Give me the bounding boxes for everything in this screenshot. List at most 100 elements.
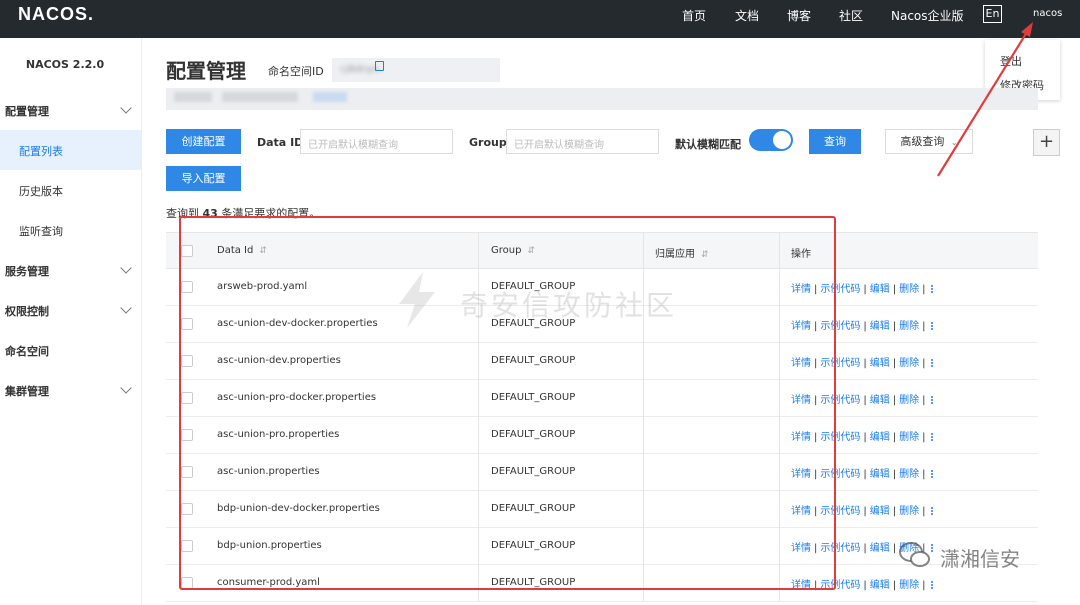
- data-id-placeholder: 已开启默认模糊查询: [308, 140, 398, 151]
- action-separator: |: [863, 321, 867, 332]
- sidebar-item-config-list[interactable]: 配置列表: [0, 130, 141, 170]
- advanced-query-label: 高级查询: [900, 135, 945, 148]
- action-separator: |: [892, 506, 897, 517]
- advanced-query-button[interactable]: 高级查询 ⌄: [885, 129, 973, 154]
- action-link[interactable]: 编辑: [870, 506, 890, 517]
- action-separator: |: [892, 580, 897, 591]
- sidebar-item-label: 历史版本: [19, 185, 63, 198]
- action-separator: |: [922, 395, 926, 406]
- action-link[interactable]: 删除: [899, 284, 919, 295]
- top-navbar: NACOS. 首页 文档 博客 社区 Nacos企业版 En nacos: [0, 0, 1080, 38]
- sidebar: NACOS 2.2.0 配置管理 配置列表 历史版本 监听查询 服务管理 权限控…: [0, 38, 142, 605]
- namespace-tab[interactable]: [174, 92, 212, 102]
- wechat-icon: [899, 542, 930, 567]
- action-link[interactable]: 编辑: [870, 543, 890, 554]
- sidebar-item-label: 服务管理: [5, 265, 49, 278]
- sidebar-item-label: 集群管理: [5, 385, 49, 398]
- more-vertical-icon[interactable]: [930, 395, 933, 405]
- action-link[interactable]: 删除: [899, 321, 919, 332]
- nav-blog[interactable]: 博客: [787, 7, 811, 24]
- action-separator: |: [863, 506, 867, 517]
- create-config-button[interactable]: 创建配置: [166, 129, 241, 154]
- action-separator: |: [922, 580, 926, 591]
- action-separator: |: [892, 395, 897, 406]
- more-vertical-icon[interactable]: [930, 506, 933, 516]
- action-separator: |: [863, 358, 867, 369]
- sidebar-item-label: 监听查询: [19, 225, 63, 238]
- action-separator: |: [922, 469, 926, 480]
- sidebar-item-history[interactable]: 历史版本: [0, 170, 141, 210]
- action-separator: |: [892, 469, 897, 480]
- action-link[interactable]: 删除: [899, 395, 919, 406]
- action-link[interactable]: 编辑: [870, 432, 890, 443]
- user-menu-trigger[interactable]: nacos: [1033, 8, 1062, 19]
- action-link[interactable]: 删除: [899, 506, 919, 517]
- action-link[interactable]: 删除: [899, 469, 919, 480]
- action-link[interactable]: 删除: [899, 358, 919, 369]
- sidebar-item-namespace[interactable]: 命名空间: [0, 330, 141, 370]
- more-vertical-icon[interactable]: [930, 469, 933, 479]
- sidebar-item-listener-query[interactable]: 监听查询: [0, 210, 141, 250]
- group-label: Group: [469, 136, 507, 149]
- action-link[interactable]: 编辑: [870, 321, 890, 332]
- fuzzy-match-label: 默认模糊匹配: [675, 138, 741, 151]
- sidebar-item-label: 权限控制: [5, 305, 49, 318]
- action-separator: |: [922, 358, 926, 369]
- red-highlight-box: [179, 216, 836, 590]
- sidebar-item-label: 配置管理: [5, 105, 49, 118]
- action-separator: |: [892, 321, 897, 332]
- action-separator: |: [863, 432, 867, 443]
- group-input[interactable]: 已开启默认模糊查询: [506, 129, 659, 154]
- sidebar-item-config-management[interactable]: 配置管理: [0, 90, 141, 130]
- data-id-input[interactable]: 已开启默认模糊查询: [300, 129, 453, 154]
- action-separator: |: [892, 358, 897, 369]
- action-link[interactable]: 删除: [899, 432, 919, 443]
- group-placeholder: 已开启默认模糊查询: [514, 140, 604, 151]
- sidebar-item-label: 命名空间: [5, 345, 49, 358]
- namespace-tab[interactable]: [313, 92, 347, 102]
- action-separator: |: [863, 284, 867, 295]
- action-separator: |: [892, 543, 897, 554]
- query-button[interactable]: 查询: [809, 129, 861, 154]
- logout-menu-item[interactable]: 登出: [1000, 53, 1022, 69]
- sidebar-item-access-control[interactable]: 权限控制: [0, 290, 141, 330]
- action-link[interactable]: 编辑: [870, 395, 890, 406]
- nav-community[interactable]: 社区: [839, 7, 863, 24]
- nacos-logo[interactable]: NACOS.: [18, 4, 94, 24]
- action-link[interactable]: 编辑: [870, 469, 890, 480]
- action-separator: |: [863, 469, 867, 480]
- action-separator: |: [922, 432, 926, 443]
- nav-enterprise[interactable]: Nacos企业版: [891, 7, 964, 24]
- corner-watermark-text: 潇湘信安: [940, 547, 1020, 571]
- more-vertical-icon[interactable]: [930, 432, 933, 442]
- action-link[interactable]: 删除: [899, 580, 919, 591]
- namespace-label: 命名空间ID: [268, 65, 324, 78]
- action-separator: |: [863, 543, 867, 554]
- more-vertical-icon[interactable]: [930, 358, 933, 368]
- fuzzy-match-toggle[interactable]: [749, 129, 793, 151]
- add-plus-button[interactable]: +: [1033, 129, 1060, 156]
- chevron-down-icon: ⌄: [950, 138, 958, 147]
- sidebar-item-label: 配置列表: [19, 145, 63, 158]
- nav-home[interactable]: 首页: [682, 7, 706, 24]
- sidebar-item-cluster-management[interactable]: 集群管理: [0, 370, 141, 410]
- data-id-label: Data ID: [257, 136, 304, 149]
- more-vertical-icon[interactable]: [930, 580, 933, 590]
- action-link[interactable]: 编辑: [870, 284, 890, 295]
- chevron-down-icon: [120, 102, 132, 114]
- action-separator: |: [863, 580, 867, 591]
- namespace-tab[interactable]: [222, 92, 298, 102]
- copy-icon[interactable]: [375, 61, 384, 71]
- namespace-value: cj8dnyv: [340, 64, 380, 75]
- action-separator: |: [922, 284, 926, 295]
- nav-docs[interactable]: 文档: [735, 7, 759, 24]
- action-separator: |: [863, 395, 867, 406]
- chevron-down-icon: [120, 262, 132, 274]
- more-vertical-icon[interactable]: [930, 321, 933, 331]
- language-switch-button[interactable]: En: [983, 5, 1002, 23]
- action-link[interactable]: 编辑: [870, 358, 890, 369]
- import-config-button[interactable]: 导入配置: [166, 166, 241, 191]
- more-vertical-icon[interactable]: [930, 284, 933, 294]
- sidebar-item-service-management[interactable]: 服务管理: [0, 250, 141, 290]
- action-link[interactable]: 编辑: [870, 580, 890, 591]
